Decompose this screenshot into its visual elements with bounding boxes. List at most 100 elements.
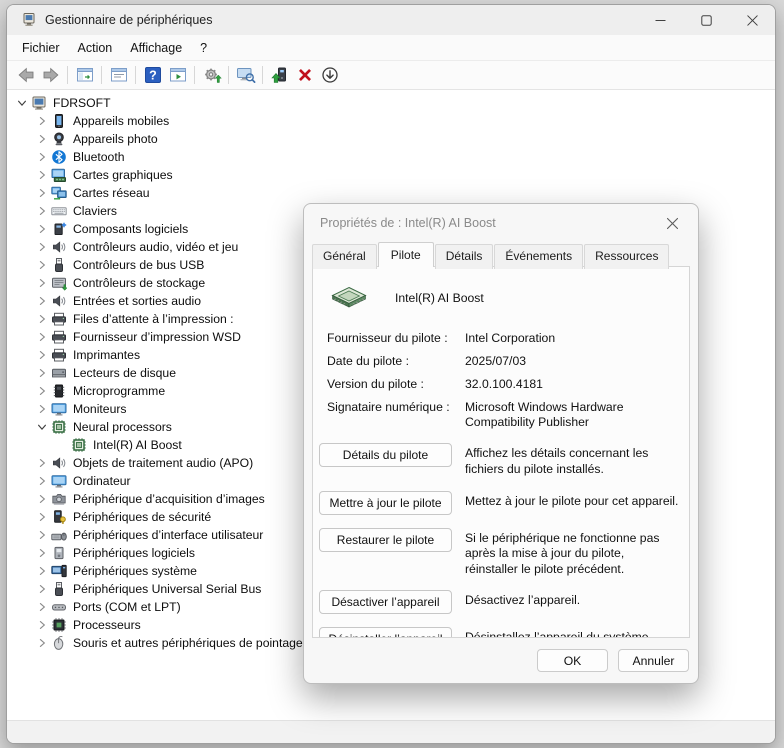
tree-item-cartes-reseau[interactable]: Cartes réseau: [7, 184, 775, 202]
action-description: Mettez à jour le pilote pour cet apparei…: [465, 491, 678, 510]
chevron-right-icon[interactable]: [33, 365, 51, 381]
mettre-a-jour-le-pilote-button[interactable]: Mettre à jour le pilote: [319, 491, 452, 515]
close-button[interactable]: [729, 5, 775, 35]
field-fournisseur-du-pilote: Fournisseur du pilote :Intel Corporation: [327, 331, 679, 346]
menu-action[interactable]: Action: [69, 38, 122, 58]
maximize-button[interactable]: [683, 5, 729, 35]
tree-item-label: Moniteurs: [73, 402, 127, 416]
chevron-right-icon[interactable]: [33, 545, 51, 561]
chevron-right-icon[interactable]: [33, 635, 51, 651]
mobile-icon: [51, 113, 67, 129]
chevron-right-icon[interactable]: [33, 563, 51, 579]
system-device-icon: [51, 563, 67, 579]
chevron-right-icon[interactable]: [33, 347, 51, 363]
tab-details[interactable]: Détails: [435, 244, 494, 269]
tree-item-label: Files d’attente à l’impression :: [73, 312, 234, 326]
chevron-right-icon[interactable]: [33, 149, 51, 165]
toolbar-separator: [67, 66, 68, 84]
tree-item-appareils-photo[interactable]: Appareils photo: [7, 130, 775, 148]
chevron-right-icon[interactable]: [33, 599, 51, 615]
tree-item-cartes-graphiques[interactable]: Cartes graphiques: [7, 166, 775, 184]
network-adapter-icon: [51, 185, 67, 201]
help-button[interactable]: ?: [140, 63, 165, 87]
window-title: Gestionnaire de périphériques: [45, 13, 212, 27]
tree-item-label: Entrées et sorties audio: [73, 294, 201, 308]
minimize-button[interactable]: [637, 5, 683, 35]
printer-icon: [51, 311, 67, 327]
computer-icon: [31, 95, 47, 111]
desactiver-l-appareil-button[interactable]: Désactiver l’appareil: [319, 590, 452, 614]
chevron-right-icon[interactable]: [33, 473, 51, 489]
restaurer-le-pilote-button[interactable]: Restaurer le pilote: [319, 528, 452, 552]
chevron-right-icon[interactable]: [33, 239, 51, 255]
forward-button[interactable]: [38, 63, 63, 87]
chip-icon: [327, 285, 371, 311]
tab-pilote[interactable]: Pilote: [378, 242, 434, 267]
tree-item-label: Claviers: [73, 204, 117, 218]
printer-icon: [51, 347, 67, 363]
chevron-right-icon[interactable]: [33, 491, 51, 507]
display-adapter-icon: [51, 167, 67, 183]
menu-help[interactable]: ?: [191, 38, 216, 58]
chevron-right-icon[interactable]: [33, 329, 51, 345]
tree-item-label: Imprimantes: [73, 348, 140, 362]
chevron-right-icon[interactable]: [33, 617, 51, 633]
action-description: Désactivez l’appareil.: [465, 590, 580, 609]
ok-button[interactable]: OK: [537, 649, 608, 672]
console-tree-button[interactable]: [72, 63, 97, 87]
tree-item-label: Ports (COM et LPT): [73, 600, 181, 614]
scan-hardware-button[interactable]: [199, 63, 224, 87]
menu-fichier[interactable]: Fichier: [13, 38, 69, 58]
uninstall-device-button[interactable]: [292, 63, 317, 87]
tree-item-fdrsoft[interactable]: FDRSOFT: [7, 94, 775, 112]
chevron-right-icon[interactable]: [33, 293, 51, 309]
chevron-right-icon[interactable]: [33, 527, 51, 543]
desinstaller-l-appareil-button[interactable]: Désinstaller l’appareil: [319, 627, 452, 638]
chevron-right-icon[interactable]: [33, 311, 51, 327]
chevron-right-icon[interactable]: [33, 131, 51, 147]
hid-icon: [51, 527, 67, 543]
dialog-close-icon[interactable]: [662, 213, 682, 233]
tree-item-label: Ordinateur: [73, 474, 131, 488]
tab-evenements[interactable]: Événements: [494, 244, 583, 269]
chevron-right-icon[interactable]: [33, 185, 51, 201]
chevron-right-icon[interactable]: [33, 257, 51, 273]
chevron-right-icon[interactable]: [33, 113, 51, 129]
chevron-right-icon[interactable]: [33, 275, 51, 291]
mouse-icon: [51, 635, 67, 651]
tab-page-pilote: Intel(R) AI Boost Fournisseur du pilote …: [312, 266, 690, 638]
chevron-right-icon[interactable]: [33, 581, 51, 597]
field-version-du-pilote: Version du pilote :32.0.100.4181: [327, 377, 679, 392]
chevron-right-icon[interactable]: [33, 455, 51, 471]
action-desinstaller-l-appareil: Désinstaller l’appareilDésinstallez l’ap…: [319, 627, 679, 638]
tree-item-appareils-mobiles[interactable]: Appareils mobiles: [7, 112, 775, 130]
chevron-right-icon[interactable]: [33, 401, 51, 417]
details-du-pilote-button[interactable]: Détails du pilote: [319, 443, 452, 467]
chevron-down-icon[interactable]: [33, 419, 51, 435]
menubar: FichierActionAffichage?: [7, 35, 775, 61]
properties-button[interactable]: [106, 63, 131, 87]
field-value: 32.0.100.4181: [465, 377, 679, 392]
chevron-down-icon[interactable]: [13, 95, 31, 111]
chevron-right-icon[interactable]: [33, 167, 51, 183]
back-button[interactable]: [13, 63, 38, 87]
disable-device-button[interactable]: [317, 63, 342, 87]
tab-ressources[interactable]: Ressources: [584, 244, 669, 269]
remote-support-button[interactable]: [233, 63, 258, 87]
chevron-right-icon[interactable]: [33, 509, 51, 525]
tree-item-label: Appareils mobiles: [73, 114, 169, 128]
tree-item-bluetooth[interactable]: Bluetooth: [7, 148, 775, 166]
update-driver-button[interactable]: [267, 63, 292, 87]
chevron-right-icon[interactable]: [33, 383, 51, 399]
action-restaurer-le-pilote: Restaurer le piloteSi le périphérique ne…: [319, 528, 679, 578]
action-description: Affichez les détails concernant les fich…: [465, 443, 679, 477]
tree-item-label: Microprogramme: [73, 384, 165, 398]
chevron-right-icon[interactable]: [33, 221, 51, 237]
field-label: Version du pilote :: [327, 377, 465, 392]
chevron-right-icon[interactable]: [33, 203, 51, 219]
menu-affichage[interactable]: Affichage: [121, 38, 191, 58]
cancel-button[interactable]: Annuler: [618, 649, 689, 672]
action-pane-button[interactable]: [165, 63, 190, 87]
tree-item-label: Contrôleurs audio, vidéo et jeu: [73, 240, 238, 254]
tab-general[interactable]: Général: [312, 244, 377, 269]
